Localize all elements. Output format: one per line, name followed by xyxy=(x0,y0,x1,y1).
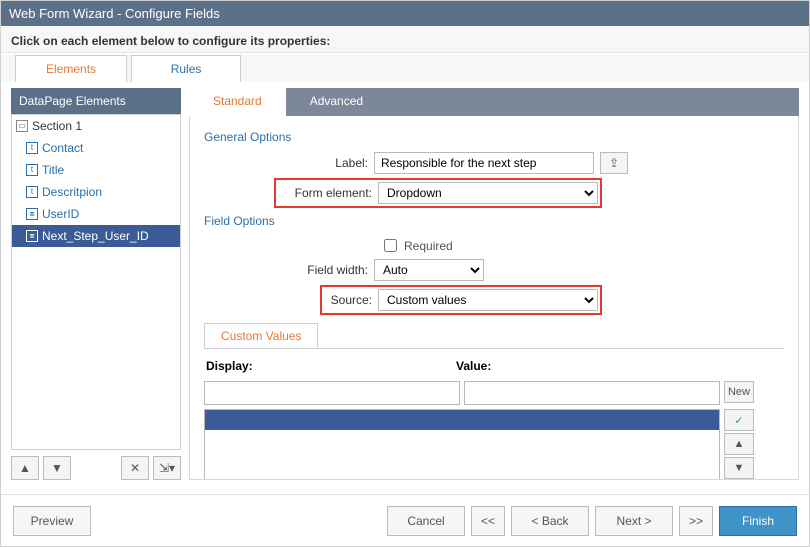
tree-item-label: Section 1 xyxy=(32,119,82,133)
grid-selected-row[interactable] xyxy=(205,410,719,430)
tab-elements[interactable]: Elements xyxy=(15,55,127,82)
tree-item-label: Next_Step_User_ID xyxy=(42,229,149,243)
preview-button[interactable]: Preview xyxy=(13,506,91,536)
arrow-up-icon: ▲ xyxy=(734,438,745,450)
move-up-button[interactable]: ▲ xyxy=(11,456,39,480)
source-select[interactable]: Custom values xyxy=(378,289,598,311)
text-icon: t xyxy=(26,186,38,198)
row-label: Label: ⇪ xyxy=(204,152,784,174)
data-icon: ⧈ xyxy=(26,208,38,220)
source-highlight: Source: Custom values xyxy=(320,285,602,315)
first-page-button[interactable]: << xyxy=(471,506,505,536)
arrow-down-icon: ▼ xyxy=(734,462,745,474)
last-page-button[interactable]: >> xyxy=(679,506,713,536)
label-input[interactable] xyxy=(374,152,594,174)
insert-button[interactable]: ⇲▾ xyxy=(153,456,181,480)
sidebar-header: DataPage Elements xyxy=(11,88,181,114)
tree-item-label: Descritpion xyxy=(42,185,102,199)
form-element-select[interactable]: Dropdown xyxy=(378,182,598,204)
required-label: Required xyxy=(404,239,453,253)
text-icon: t xyxy=(26,164,38,176)
tree-item-description[interactable]: t Descritpion xyxy=(12,181,180,203)
tree-item-section1[interactable]: ▭ Section 1 xyxy=(12,115,180,137)
sidebar-toolbar: ▲ ▼ ✕ ⇲▾ xyxy=(11,450,181,480)
tab-standard[interactable]: Standard xyxy=(189,88,286,116)
grid-input-row: New xyxy=(204,381,784,405)
tree-item-userid[interactable]: ⧈ UserID xyxy=(12,203,180,225)
value-input[interactable] xyxy=(464,381,720,405)
text-icon: t xyxy=(26,142,38,154)
tree-item-next-step-user-id[interactable]: ⧈ Next_Step_User_ID xyxy=(12,225,180,247)
grid-header: Display: Value: xyxy=(204,355,784,377)
data-icon: ⧈ xyxy=(26,230,38,242)
close-icon: ✕ xyxy=(130,461,140,475)
picker-icon: ⇪ xyxy=(609,156,619,170)
label-picker-button[interactable]: ⇪ xyxy=(600,152,628,174)
label-label: Label: xyxy=(204,156,374,170)
section-icon: ▭ xyxy=(16,120,28,132)
arrow-down-icon: ▼ xyxy=(51,461,63,475)
tree-item-label: Title xyxy=(42,163,64,177)
tree-item-contact[interactable]: t Contact xyxy=(12,137,180,159)
arrow-up-icon: ▲ xyxy=(19,461,31,475)
finish-button[interactable]: Finish xyxy=(719,506,797,536)
window-title: Web Form Wizard - Configure Fields xyxy=(1,1,809,26)
form-area: General Options Label: ⇪ Form element: D… xyxy=(189,116,799,480)
form-element-highlight: Form element: Dropdown xyxy=(274,178,602,208)
top-tabs: Elements Rules xyxy=(1,55,809,82)
grid-side-controls: ✓ ▲ ▼ ✕ xyxy=(724,409,754,480)
custom-values-tabs: Custom Values xyxy=(204,323,784,349)
delete-button[interactable]: ✕ xyxy=(121,456,149,480)
cancel-button[interactable]: Cancel xyxy=(387,506,465,536)
body-area: DataPage Elements ▭ Section 1 t Contact … xyxy=(1,82,809,480)
grid-body[interactable] xyxy=(204,409,720,480)
sub-tabs: Standard Advanced xyxy=(189,88,799,116)
tab-rules[interactable]: Rules xyxy=(131,55,241,82)
value-column-header: Value: xyxy=(454,355,704,377)
row-down-button[interactable]: ▼ xyxy=(724,457,754,479)
required-checkbox[interactable] xyxy=(384,239,397,252)
wizard-window: Web Form Wizard - Configure Fields Click… xyxy=(0,0,810,547)
tree-item-label: UserID xyxy=(42,207,79,221)
form-element-label: Form element: xyxy=(278,186,378,200)
sidebar: DataPage Elements ▭ Section 1 t Contact … xyxy=(11,88,181,480)
row-field-width: Field width: Auto xyxy=(204,259,784,281)
row-required: Required xyxy=(380,236,784,255)
source-label: Source: xyxy=(324,293,378,307)
tree-item-label: Contact xyxy=(42,141,83,155)
field-width-select[interactable]: Auto xyxy=(374,259,484,281)
next-button[interactable]: Next > xyxy=(595,506,673,536)
back-button[interactable]: < Back xyxy=(511,506,589,536)
tree: ▭ Section 1 t Contact t Title t Descritp… xyxy=(11,114,181,450)
field-width-label: Field width: xyxy=(204,263,374,277)
instruction-text: Click on each element below to configure… xyxy=(1,26,809,53)
general-options-heading: General Options xyxy=(204,130,784,144)
footer: Preview Cancel << < Back Next > >> Finis… xyxy=(1,494,809,546)
check-icon: ✓ xyxy=(734,414,743,427)
tab-advanced[interactable]: Advanced xyxy=(286,88,387,116)
row-up-button[interactable]: ▲ xyxy=(724,433,754,455)
insert-icon: ⇲▾ xyxy=(159,461,175,475)
move-down-button[interactable]: ▼ xyxy=(43,456,71,480)
display-column-header: Display: xyxy=(204,355,454,377)
tree-item-title[interactable]: t Title xyxy=(12,159,180,181)
display-input[interactable] xyxy=(204,381,460,405)
grid-body-row: ✓ ▲ ▼ ✕ xyxy=(204,409,784,480)
tab-custom-values[interactable]: Custom Values xyxy=(204,323,318,348)
row-form-element: Form element: Dropdown xyxy=(204,178,784,208)
confirm-row-button[interactable]: ✓ xyxy=(724,409,754,431)
new-row-button[interactable]: New xyxy=(724,381,754,403)
main-panel: Standard Advanced General Options Label:… xyxy=(189,88,799,480)
row-source: Source: Custom values xyxy=(204,285,784,315)
field-options-heading: Field Options xyxy=(204,214,784,228)
